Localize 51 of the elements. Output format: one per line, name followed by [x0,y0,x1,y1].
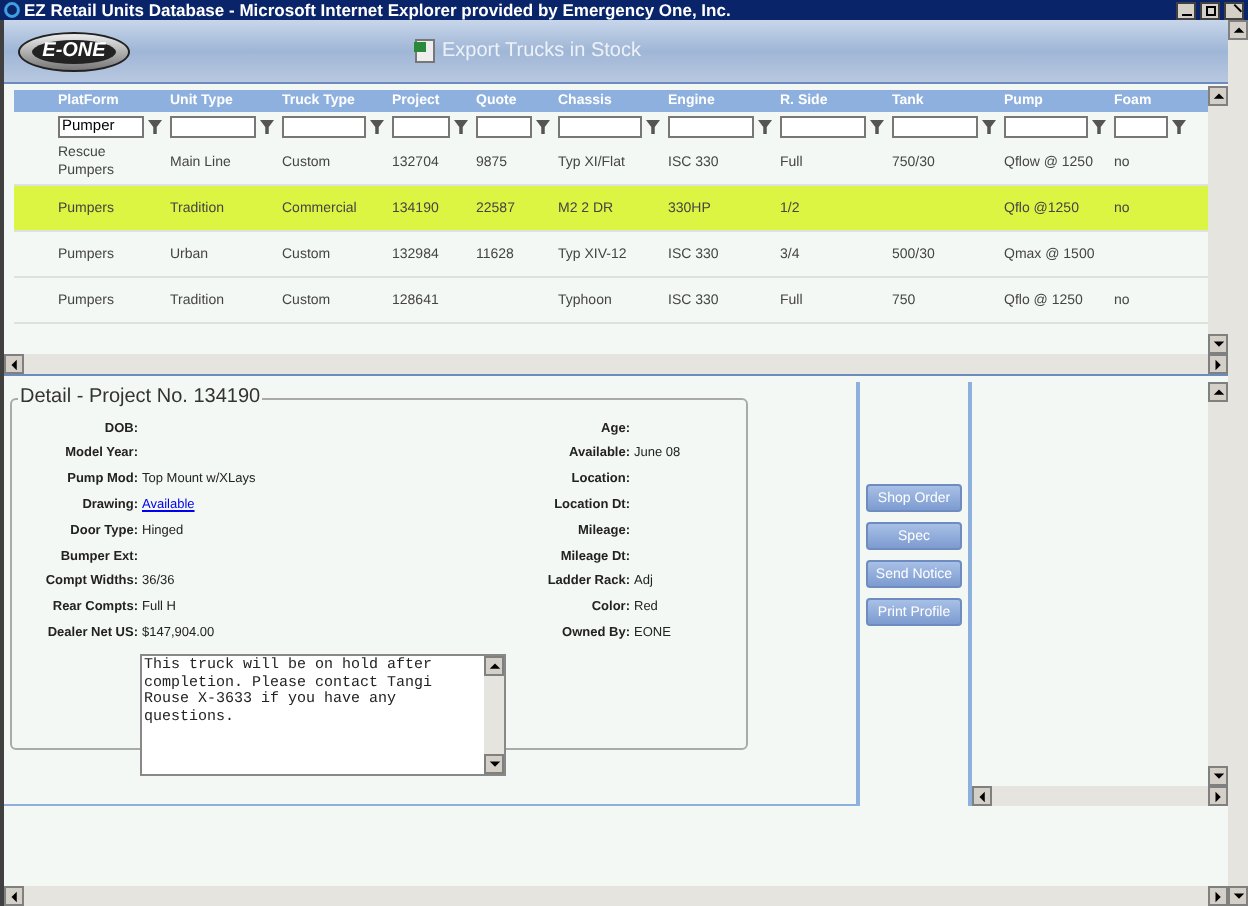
filter-icon[interactable] [982,119,996,133]
horizontal-scrollbar[interactable] [4,354,1228,374]
filter-field[interactable] [1114,115,1168,137]
horizontal-scrollbar[interactable] [972,786,1228,806]
filter-icon[interactable] [454,119,468,133]
scroll-left-icon[interactable] [972,786,992,806]
filter-icon[interactable] [646,119,660,133]
filter-icon[interactable] [260,119,274,133]
scroll-left-icon[interactable] [4,886,24,906]
scroll-down-icon[interactable] [484,754,504,775]
maximize-icon[interactable] [1200,1,1220,19]
vertical-scrollbar[interactable] [1228,20,1248,906]
scroll-right-icon[interactable] [1208,354,1228,374]
vertical-scrollbar[interactable] [484,656,504,775]
spreadsheet-icon[interactable] [414,38,436,64]
scroll-down-icon[interactable] [1208,766,1228,786]
filter-field[interactable] [476,115,532,137]
browser-icon [4,2,20,18]
window-title: EZ Retail Units Database - Microsoft Internet Explorer provided by Emergency One, Inc. [24,1,733,19]
filter-field[interactable] [558,115,642,137]
detail-title: Detail - Project No. 134190 [18,386,263,410]
scroll-up-icon[interactable] [1208,382,1228,402]
filter-icon[interactable] [536,119,550,133]
filter-icon[interactable] [758,119,772,133]
horizontal-scrollbar[interactable] [4,886,1228,906]
scroll-up-icon[interactable] [1228,20,1248,40]
filter-icon[interactable] [148,119,162,133]
filter-field[interactable] [780,115,866,137]
filter-field[interactable] [668,115,754,137]
filter-icon[interactable] [1092,119,1106,133]
scroll-down-icon[interactable] [1208,334,1228,354]
scroll-left-icon[interactable] [4,354,24,374]
scroll-right-icon[interactable] [1208,886,1228,906]
filter-icon[interactable] [870,119,884,133]
filter-field[interactable] [282,115,366,137]
scroll-down-icon[interactable] [1228,886,1248,906]
filter-icon[interactable] [370,119,384,133]
filter-field[interactable] [170,115,256,137]
minimize-icon[interactable] [1176,1,1196,19]
scroll-up-icon[interactable] [484,656,504,677]
filter-icon[interactable] [1172,119,1186,133]
filter-field[interactable] [392,115,450,137]
close-icon[interactable] [1224,1,1244,19]
logo: E-ONE [18,31,130,71]
filter-field[interactable] [892,115,978,137]
scroll-up-icon[interactable] [1208,86,1228,106]
filter-field[interactable] [1004,115,1088,137]
vertical-scrollbar[interactable] [1208,382,1228,786]
scroll-right-icon[interactable] [1208,786,1228,806]
vertical-scrollbar[interactable] [1208,86,1228,354]
export-link[interactable]: Export Trucks in Stock [442,36,641,66]
